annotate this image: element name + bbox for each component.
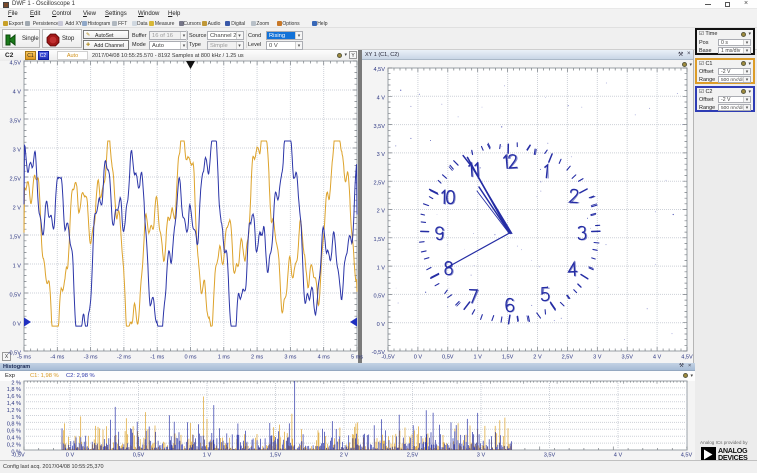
- svg-text:3 V: 3 V: [593, 355, 602, 361]
- svg-text:0 V: 0 V: [13, 321, 22, 327]
- svg-text:0,8 %: 0,8 %: [7, 422, 21, 428]
- svg-text:2,5V: 2,5V: [562, 355, 574, 361]
- svg-text:4,5V: 4,5V: [373, 67, 385, 73]
- svg-text:0 ms: 0 ms: [184, 355, 196, 361]
- svg-text:2 V: 2 V: [533, 355, 542, 361]
- svg-text:0,5V: 0,5V: [133, 453, 145, 459]
- svg-text:1,5V: 1,5V: [373, 237, 385, 243]
- svg-text:5 ms: 5 ms: [351, 355, 363, 361]
- svg-text:1 V: 1 V: [473, 355, 482, 361]
- svg-text:1 %: 1 %: [11, 415, 21, 421]
- svg-text:4 V: 4 V: [653, 355, 662, 361]
- svg-text:2,5V: 2,5V: [9, 176, 21, 182]
- svg-text:2 %: 2 %: [11, 380, 21, 386]
- svg-text:4 V: 4 V: [13, 89, 22, 95]
- svg-text:1,8 %: 1,8 %: [7, 387, 21, 393]
- svg-text:1,2 %: 1,2 %: [7, 408, 21, 414]
- svg-text:2,5V: 2,5V: [407, 453, 419, 459]
- svg-text:4 V: 4 V: [614, 453, 623, 459]
- svg-text:3,5V: 3,5V: [9, 118, 21, 124]
- svg-text:1,4 %: 1,4 %: [7, 401, 21, 407]
- svg-text:0 V: 0 V: [377, 322, 386, 328]
- svg-text:1 V: 1 V: [203, 453, 212, 459]
- svg-text:0 V: 0 V: [414, 355, 423, 361]
- svg-text:-3 ms: -3 ms: [84, 355, 98, 361]
- svg-text:0,5V: 0,5V: [442, 355, 454, 361]
- svg-text:4 V: 4 V: [377, 96, 386, 102]
- svg-text:4,5V: 4,5V: [681, 453, 693, 459]
- svg-text:3 V: 3 V: [477, 453, 486, 459]
- svg-text:1,5V: 1,5V: [9, 234, 21, 240]
- svg-text:-0,5V: -0,5V: [11, 453, 25, 459]
- svg-text:1 V: 1 V: [13, 263, 22, 269]
- svg-text:0,6 %: 0,6 %: [7, 429, 21, 435]
- svg-text:4 ms: 4 ms: [318, 355, 330, 361]
- svg-text:0,4 %: 0,4 %: [7, 436, 21, 442]
- svg-text:0 V: 0 V: [66, 453, 75, 459]
- svg-text:-2 ms: -2 ms: [117, 355, 131, 361]
- svg-text:3,5V: 3,5V: [544, 453, 556, 459]
- svg-text:1 ms: 1 ms: [218, 355, 230, 361]
- svg-text:3,5V: 3,5V: [621, 355, 633, 361]
- svg-text:1,5V: 1,5V: [270, 453, 282, 459]
- svg-text:-5 ms: -5 ms: [17, 355, 31, 361]
- svg-text:-1 ms: -1 ms: [150, 355, 164, 361]
- svg-text:3 ms: 3 ms: [284, 355, 296, 361]
- svg-text:3,5V: 3,5V: [373, 124, 385, 130]
- svg-text:3 V: 3 V: [377, 152, 386, 158]
- svg-text:-0,5V: -0,5V: [381, 355, 395, 361]
- svg-text:1,6 %: 1,6 %: [7, 394, 21, 400]
- svg-text:0,2 %: 0,2 %: [7, 442, 21, 448]
- svg-text:3 V: 3 V: [13, 147, 22, 153]
- svg-text:4,5V: 4,5V: [681, 355, 693, 361]
- svg-text:2,5V: 2,5V: [373, 180, 385, 186]
- svg-text:2 V: 2 V: [377, 209, 386, 215]
- svg-text:2 V: 2 V: [13, 205, 22, 211]
- svg-text:1 V: 1 V: [377, 265, 386, 271]
- svg-text:0,5V: 0,5V: [373, 294, 385, 300]
- svg-text:2 ms: 2 ms: [251, 355, 263, 361]
- svg-text:0,5V: 0,5V: [9, 292, 21, 298]
- svg-text:-4 ms: -4 ms: [50, 355, 64, 361]
- svg-text:1,5V: 1,5V: [502, 355, 514, 361]
- svg-text:4,5V: 4,5V: [9, 60, 21, 66]
- svg-text:2 V: 2 V: [340, 453, 349, 459]
